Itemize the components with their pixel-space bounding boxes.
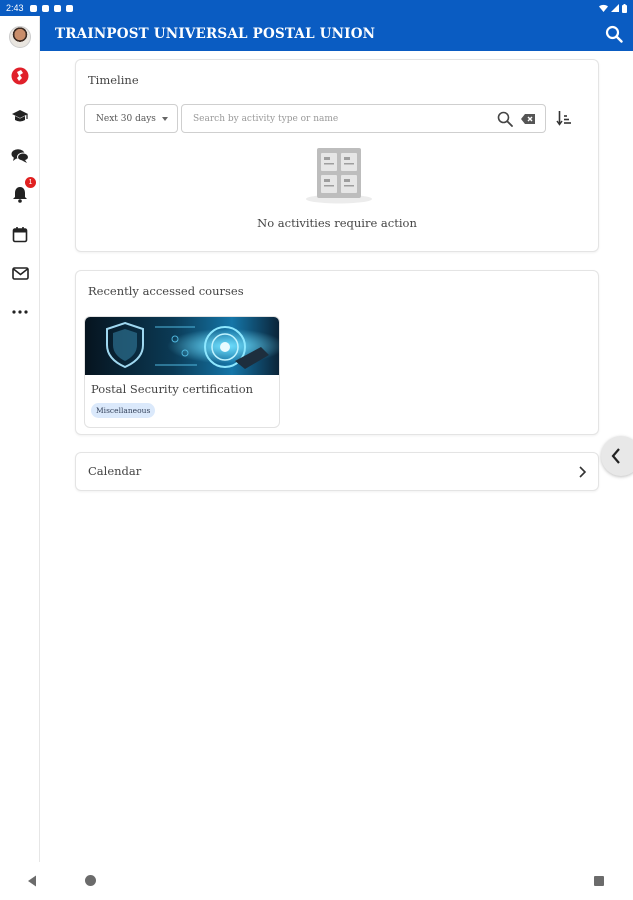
timeline-search-input[interactable]: Search by activity type or name <box>181 104 546 133</box>
timeline-card: Timeline Next 30 days Search by activity… <box>75 59 599 252</box>
notifications-button[interactable]: 1 <box>8 177 36 206</box>
site-home-button[interactable] <box>8 64 32 88</box>
search-icon[interactable] <box>605 25 623 43</box>
battery-icon <box>622 3 627 13</box>
notification-icon <box>29 4 37 12</box>
status-system-icons <box>599 3 627 13</box>
site-title: TRAINPOST UNIVERSAL POSTAL UNION <box>55 25 376 42</box>
mail-icon <box>11 266 29 280</box>
clipboard-icon <box>65 4 73 12</box>
home-icon[interactable] <box>85 875 96 886</box>
back-icon[interactable] <box>27 875 37 887</box>
status-bar: 2:43 <box>0 0 633 16</box>
chevron-left-icon <box>611 448 620 464</box>
calendar-icon <box>12 226 28 242</box>
chevron-right-icon <box>579 466 587 478</box>
timeline-filter-value: Next 30 days <box>96 113 156 124</box>
search-icon[interactable] <box>497 111 513 127</box>
messages-icon <box>11 148 29 163</box>
graduation-cap-icon <box>12 110 28 122</box>
bell-icon <box>13 186 27 203</box>
messages-button[interactable] <box>8 143 32 167</box>
mail-button[interactable] <box>8 261 32 285</box>
site-home-icon <box>11 67 29 85</box>
more-icon <box>12 310 28 314</box>
recent-courses-title: Recently accessed courses <box>88 284 244 298</box>
caret-down-icon <box>162 117 168 121</box>
status-time: 2:43 <box>6 3 24 13</box>
recent-courses-card: Recently accessed courses Postal Securit… <box>75 270 599 435</box>
calendar-card[interactable]: Calendar <box>75 452 599 491</box>
courses-button[interactable] <box>8 104 32 128</box>
side-rail: 1 <box>0 16 40 862</box>
open-drawer-button[interactable] <box>601 436 633 476</box>
notification-badge: 1 <box>25 177 36 188</box>
timeline-empty-message: No activities require action <box>257 216 417 230</box>
course-category-badge: Miscellaneous <box>91 403 156 418</box>
app-bar: TRAINPOST UNIVERSAL POSTAL UNION <box>40 16 633 51</box>
system-navigation-bar <box>0 862 633 900</box>
app-icon <box>53 4 61 12</box>
avatar <box>9 26 31 48</box>
status-notification-icons <box>29 4 73 12</box>
course-card[interactable]: Postal Security certification Miscellane… <box>84 316 280 428</box>
empty-activities-illustration <box>306 148 372 204</box>
calendar-title: Calendar <box>88 464 142 478</box>
cloud-icon <box>41 4 49 12</box>
course-image <box>85 317 279 375</box>
timeline-title: Timeline <box>88 73 139 87</box>
timeline-filter-select[interactable]: Next 30 days <box>84 104 178 133</box>
course-name[interactable]: Postal Security certification <box>91 382 253 396</box>
more-button[interactable] <box>8 300 32 324</box>
signal-icon <box>611 4 619 12</box>
recent-apps-icon[interactable] <box>594 876 604 886</box>
timeline-search-placeholder: Search by activity type or name <box>193 113 339 124</box>
sort-icon[interactable] <box>556 110 572 126</box>
calendar-button[interactable] <box>8 222 32 246</box>
user-avatar-button[interactable] <box>8 25 32 49</box>
clear-backspace-icon[interactable] <box>520 113 536 125</box>
wifi-icon <box>599 4 608 12</box>
